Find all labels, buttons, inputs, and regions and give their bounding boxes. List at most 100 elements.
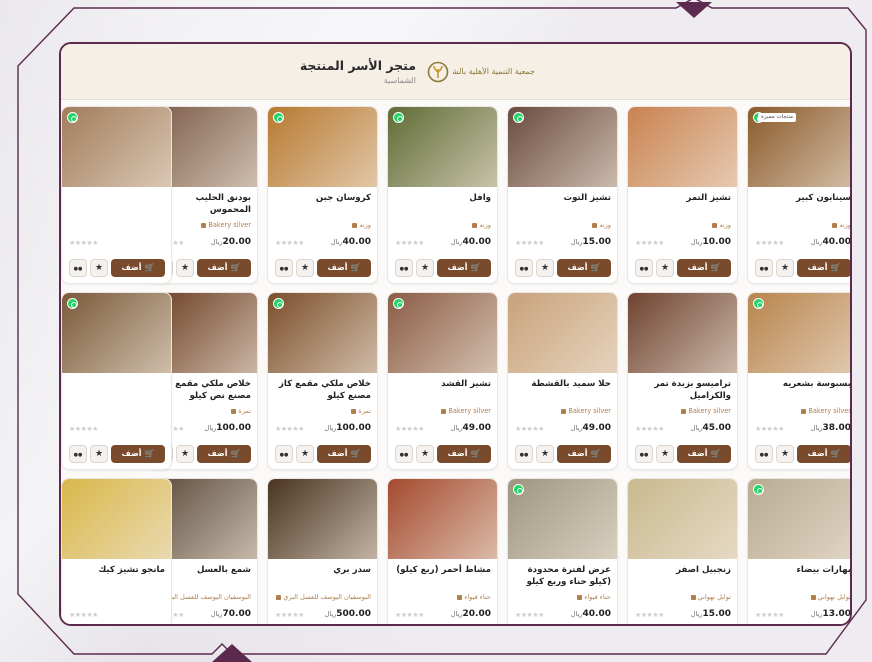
product-category[interactable]: Bakery silver bbox=[512, 407, 611, 415]
whatsapp-icon[interactable] bbox=[273, 112, 284, 123]
add-to-cart-button[interactable]: 🛒أضف bbox=[437, 445, 491, 463]
product-name[interactable]: بهارات بيضاء bbox=[752, 564, 850, 576]
whatsapp-icon[interactable] bbox=[393, 298, 404, 309]
add-to-cart-button[interactable]: 🛒أضف bbox=[557, 445, 611, 463]
add-to-cart-button[interactable]: 🛒أضف bbox=[677, 259, 731, 277]
favorite-button[interactable]: ★ bbox=[536, 259, 554, 277]
chat-button[interactable]: ●● bbox=[69, 259, 87, 277]
product-name[interactable]: عرض لفترة محدودة (كيلو حناء وربع كيلو سد… bbox=[512, 564, 611, 588]
product-category[interactable]: Bakery silver bbox=[632, 407, 731, 415]
product-category[interactable]: توابل نهواني bbox=[752, 593, 850, 601]
add-to-cart-button[interactable]: 🛒أضف bbox=[197, 259, 251, 277]
chat-button[interactable]: ●● bbox=[635, 445, 653, 463]
add-to-cart-button[interactable]: 🛒أضف bbox=[557, 259, 611, 277]
product-card[interactable]: ★★★★★ 🛒أضف ★ ●● bbox=[61, 106, 172, 284]
add-to-cart-button[interactable]: 🛒أضف bbox=[797, 445, 850, 463]
product-name[interactable]: سدر بري bbox=[272, 564, 371, 576]
product-card[interactable]: كروسان جبن وزنه ★★★★★ 40.00ريال 🛒أضف ★ ●● bbox=[267, 106, 378, 284]
product-image[interactable] bbox=[388, 293, 497, 373]
favorite-button[interactable]: ★ bbox=[416, 259, 434, 277]
chat-button[interactable]: ●● bbox=[395, 259, 413, 277]
chat-button[interactable]: ●● bbox=[515, 445, 533, 463]
product-image[interactable] bbox=[62, 479, 171, 559]
product-name[interactable]: تشيز التمر bbox=[632, 192, 731, 204]
product-category[interactable]: حناء فيواء bbox=[512, 593, 611, 601]
favorite-button[interactable]: ★ bbox=[90, 259, 108, 277]
product-category[interactable]: وزنه bbox=[752, 221, 850, 229]
favorite-button[interactable]: ★ bbox=[176, 445, 194, 463]
chat-button[interactable]: ●● bbox=[635, 259, 653, 277]
product-card[interactable]: سدر بري البوسفيان اليوسف للعسل البري ★★★★★… bbox=[267, 478, 378, 624]
favorite-button[interactable]: ★ bbox=[776, 259, 794, 277]
product-name[interactable]: حلا سميد بالقشطة bbox=[512, 378, 611, 390]
favorite-button[interactable]: ★ bbox=[536, 445, 554, 463]
product-category[interactable]: حناء فيواء bbox=[392, 593, 491, 601]
favorite-button[interactable]: ★ bbox=[176, 259, 194, 277]
product-image[interactable] bbox=[388, 479, 497, 559]
product-image[interactable] bbox=[508, 107, 617, 187]
add-to-cart-button[interactable]: 🛒أضف bbox=[197, 445, 251, 463]
whatsapp-icon[interactable] bbox=[753, 298, 764, 309]
whatsapp-icon[interactable] bbox=[273, 298, 284, 309]
favorite-button[interactable]: ★ bbox=[90, 445, 108, 463]
product-card[interactable]: بهارات بيضاءتوابل نهواني★★★★★13.00ريال🛒أ… bbox=[747, 478, 850, 624]
chat-button[interactable]: ●● bbox=[515, 259, 533, 277]
product-category[interactable]: وزنه bbox=[272, 221, 371, 229]
product-name[interactable]: مشاط أحمر (ربع كيلو) bbox=[392, 564, 491, 576]
add-to-cart-button[interactable]: 🛒أضف bbox=[317, 445, 371, 463]
product-image[interactable] bbox=[628, 479, 737, 559]
product-card[interactable]: ★★★★★ 🛒أضف ★ ●● bbox=[61, 292, 172, 470]
add-to-cart-button[interactable]: 🛒أضف bbox=[797, 259, 850, 277]
favorite-button[interactable]: ★ bbox=[296, 445, 314, 463]
add-to-cart-button[interactable]: 🛒أضف bbox=[111, 445, 165, 463]
favorite-button[interactable]: ★ bbox=[416, 445, 434, 463]
product-card[interactable]: عرض لفترة محدودة (كيلو حناء وربع كيلو سد… bbox=[507, 478, 618, 624]
chat-button[interactable]: ●● bbox=[755, 445, 773, 463]
product-card[interactable]: مانجو تشيز كيك★★★★★🛒أضف★●● bbox=[61, 478, 172, 624]
product-category[interactable]: وزنه bbox=[512, 221, 611, 229]
product-card[interactable]: حلا سميد بالقشطة Bakery silver ★★★★★ 49.00ر… bbox=[507, 292, 618, 470]
product-category[interactable]: وزنه bbox=[392, 221, 491, 229]
product-card[interactable]: خلاص ملكي مقمع كاز مصنع كيلو تمرة ★★★★★ 100… bbox=[267, 292, 378, 470]
product-card[interactable]: منتجات مميزة سينابون كبير وزنه ★★★★★ 40.00ري… bbox=[747, 106, 850, 284]
product-name[interactable]: تشيز التوت bbox=[512, 192, 611, 204]
product-category[interactable]: Bakery silver bbox=[392, 407, 491, 415]
product-image[interactable] bbox=[628, 107, 737, 187]
product-card[interactable]: تشيز التمر وزنه ★★★★★ 10.00ريال 🛒أضف ★ ●● bbox=[627, 106, 738, 284]
chat-button[interactable]: ●● bbox=[275, 259, 293, 277]
product-name[interactable]: مانجو تشيز كيك bbox=[66, 564, 165, 576]
product-image[interactable] bbox=[268, 107, 377, 187]
product-category[interactable]: Bakery silver bbox=[752, 407, 850, 415]
product-category[interactable]: البوسفيان اليوسف للعسل البري bbox=[272, 593, 371, 601]
chat-button[interactable]: ●● bbox=[275, 445, 293, 463]
whatsapp-icon[interactable] bbox=[753, 484, 764, 495]
product-name[interactable]: تشيز القشد bbox=[392, 378, 491, 390]
product-image[interactable] bbox=[62, 293, 171, 373]
favorite-button[interactable]: ★ bbox=[656, 259, 674, 277]
favorite-button[interactable]: ★ bbox=[656, 445, 674, 463]
product-card[interactable]: بسبوسة بشعريه Bakery silver ★★★★★ 38.00ريال… bbox=[747, 292, 850, 470]
whatsapp-icon[interactable] bbox=[393, 112, 404, 123]
whatsapp-icon[interactable] bbox=[67, 298, 78, 309]
chat-button[interactable]: ●● bbox=[755, 259, 773, 277]
product-image[interactable] bbox=[62, 107, 171, 187]
product-name[interactable]: تراميسو بزبدة تمر والكراميل bbox=[632, 378, 731, 402]
product-card[interactable]: تراميسو بزبدة تمر والكراميل Bakery silver… bbox=[627, 292, 738, 470]
product-category[interactable]: وزنه bbox=[632, 221, 731, 229]
product-name[interactable]: كروسان جبن bbox=[272, 192, 371, 204]
whatsapp-icon[interactable] bbox=[513, 484, 524, 495]
product-card[interactable]: وافل وزنه ★★★★★ 40.00ريال 🛒أضف ★ ●● bbox=[387, 106, 498, 284]
whatsapp-icon[interactable] bbox=[67, 112, 78, 123]
add-to-cart-button[interactable]: 🛒أضف bbox=[677, 445, 731, 463]
product-card[interactable]: تشيز التوت وزنه ★★★★★ 15.00ريال 🛒أضف ★ ●● bbox=[507, 106, 618, 284]
product-image[interactable] bbox=[388, 107, 497, 187]
product-image[interactable] bbox=[628, 293, 737, 373]
favorite-button[interactable]: ★ bbox=[776, 445, 794, 463]
chat-button[interactable]: ●● bbox=[69, 445, 87, 463]
product-card[interactable]: زنجبيل اصفرتوابل نهواني★★★★★15.00ريال🛒أض… bbox=[627, 478, 738, 624]
add-to-cart-button[interactable]: 🛒أضف bbox=[437, 259, 491, 277]
product-image[interactable] bbox=[268, 293, 377, 373]
product-image[interactable] bbox=[508, 293, 617, 373]
product-card[interactable]: تشيز القشد Bakery silver ★★★★★ 49.00ريال 🛒أض… bbox=[387, 292, 498, 470]
product-name[interactable]: خلاص ملكي مقمع كاز مصنع كيلو bbox=[272, 378, 371, 402]
